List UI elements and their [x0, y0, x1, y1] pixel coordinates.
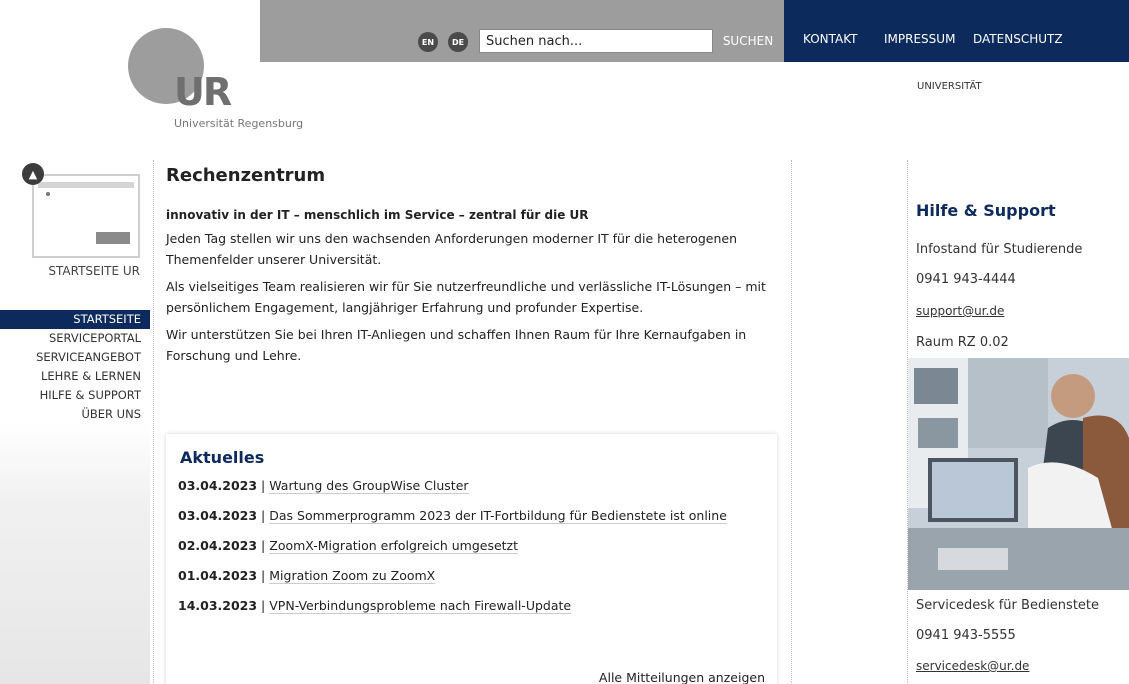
news-date: 14.03.2023: [178, 598, 258, 613]
sidebar-nav: STARTSEITE SERVICEPORTAL SERVICEANGEBOT …: [0, 310, 150, 424]
staff-email-link[interactable]: servicedesk@ur.de: [916, 659, 1029, 673]
news-link[interactable]: Migration Zoom zu ZoomX: [269, 568, 436, 584]
nav-kontakt[interactable]: KONTAKT: [803, 32, 858, 46]
divider-mid: [791, 160, 792, 684]
news-link[interactable]: Wartung des GroupWise Cluster: [269, 478, 469, 494]
news-date: 01.04.2023: [178, 568, 258, 583]
search-button[interactable]: SUCHEN: [716, 29, 780, 53]
sidebar-item-ueber-uns[interactable]: ÜBER UNS: [0, 405, 150, 424]
help-support-title: Hilfe & Support: [916, 201, 1056, 220]
top-bar: EN DE SUCHEN KONTAKT IMPRESSUM DATENSCHU…: [260, 0, 1129, 62]
home-thumbnail[interactable]: [32, 174, 140, 258]
news-item: 14.03.2023 | VPN-Verbindungsprobleme nac…: [178, 598, 572, 614]
support-photo: [908, 358, 1129, 590]
staff-label: Servicedesk für Bedienstete: [916, 598, 1100, 613]
universitaet-link[interactable]: UNIVERSITÄT: [917, 81, 982, 92]
lang-en-button[interactable]: EN: [418, 32, 438, 52]
photo-illustration: [908, 358, 1129, 590]
nav-impressum[interactable]: IMPRESSUM: [884, 32, 955, 46]
logo-text: Universität Regensburg: [174, 117, 304, 130]
sidebar-item-serviceangebot[interactable]: SERVICEANGEBOT: [0, 348, 150, 367]
news-item: 02.04.2023 | ZoomX-Migration erfolgreich…: [178, 538, 519, 554]
lang-de-button[interactable]: DE: [448, 32, 468, 52]
sidebar-item-startseite[interactable]: STARTSEITE: [0, 310, 150, 329]
sidebar-item-lehre-lernen[interactable]: LEHRE & LERNEN: [0, 367, 150, 386]
search-input[interactable]: [479, 29, 713, 53]
students-room: Raum RZ 0.02: [916, 335, 1009, 350]
left-sidebar: ▲ STARTSEITE UR STARTSEITE SERVICEPORTAL…: [0, 160, 150, 684]
students-email-link[interactable]: support@ur.de: [916, 304, 1004, 318]
sidebar-item-hilfe-support[interactable]: HILFE & SUPPORT: [0, 386, 150, 405]
university-logo[interactable]: UR Universität Regensburg: [128, 28, 368, 138]
news-date: 03.04.2023: [178, 478, 258, 493]
support-paragraph: Wir unterstützen Sie bei Ihren IT-Anlieg…: [166, 327, 747, 363]
thumb-bar: [38, 182, 134, 188]
staff-phone: 0941 943-5555: [916, 628, 1016, 643]
tagline: innovativ in der IT – menschlich im Serv…: [166, 208, 589, 222]
divider-left: [153, 160, 154, 684]
thumb-block: [96, 232, 130, 244]
news-box: Aktuelles 03.04.2023 | Wartung des Group…: [166, 434, 777, 684]
chevron-up-icon[interactable]: ▲: [22, 163, 44, 185]
sidebar-item-serviceportal[interactable]: SERVICEPORTAL: [0, 329, 150, 348]
intro-paragraph: Jeden Tag stellen wir uns den wachsenden…: [166, 231, 737, 267]
team-paragraph: Als vielseitiges Team realisieren wir fü…: [166, 279, 766, 315]
all-news-link[interactable]: Alle Mitteilungen anzeigen: [599, 670, 765, 684]
logo-letters: UR: [174, 70, 232, 114]
nav-datenschutz[interactable]: DATENSCHUTZ: [973, 32, 1063, 46]
news-link[interactable]: Das Sommerprogramm 2023 der IT-Fortbildu…: [269, 508, 727, 524]
news-title: Aktuelles: [180, 448, 265, 467]
news-item: 03.04.2023 | Das Sommerprogramm 2023 der…: [178, 508, 727, 524]
news-item: 01.04.2023 | Migration Zoom zu ZoomX: [178, 568, 436, 584]
news-date: 02.04.2023: [178, 538, 258, 553]
main-content: Rechenzentrum innovativ in der IT – mens…: [166, 160, 786, 366]
news-link[interactable]: VPN-Verbindungsprobleme nach Firewall-Up…: [269, 598, 572, 614]
news-date: 03.04.2023: [178, 508, 258, 523]
students-phone: 0941 943-4444: [916, 272, 1016, 287]
startseite-ur-link[interactable]: STARTSEITE UR: [48, 264, 140, 278]
students-label: Infostand für Studierende: [916, 242, 1083, 257]
page-title: Rechenzentrum: [166, 165, 326, 186]
news-item: 03.04.2023 | Wartung des GroupWise Clust…: [178, 478, 469, 494]
news-link[interactable]: ZoomX-Migration erfolgreich umgesetzt: [269, 538, 519, 554]
service-nav-area: [784, 0, 1129, 62]
thumb-dot: [46, 192, 50, 196]
